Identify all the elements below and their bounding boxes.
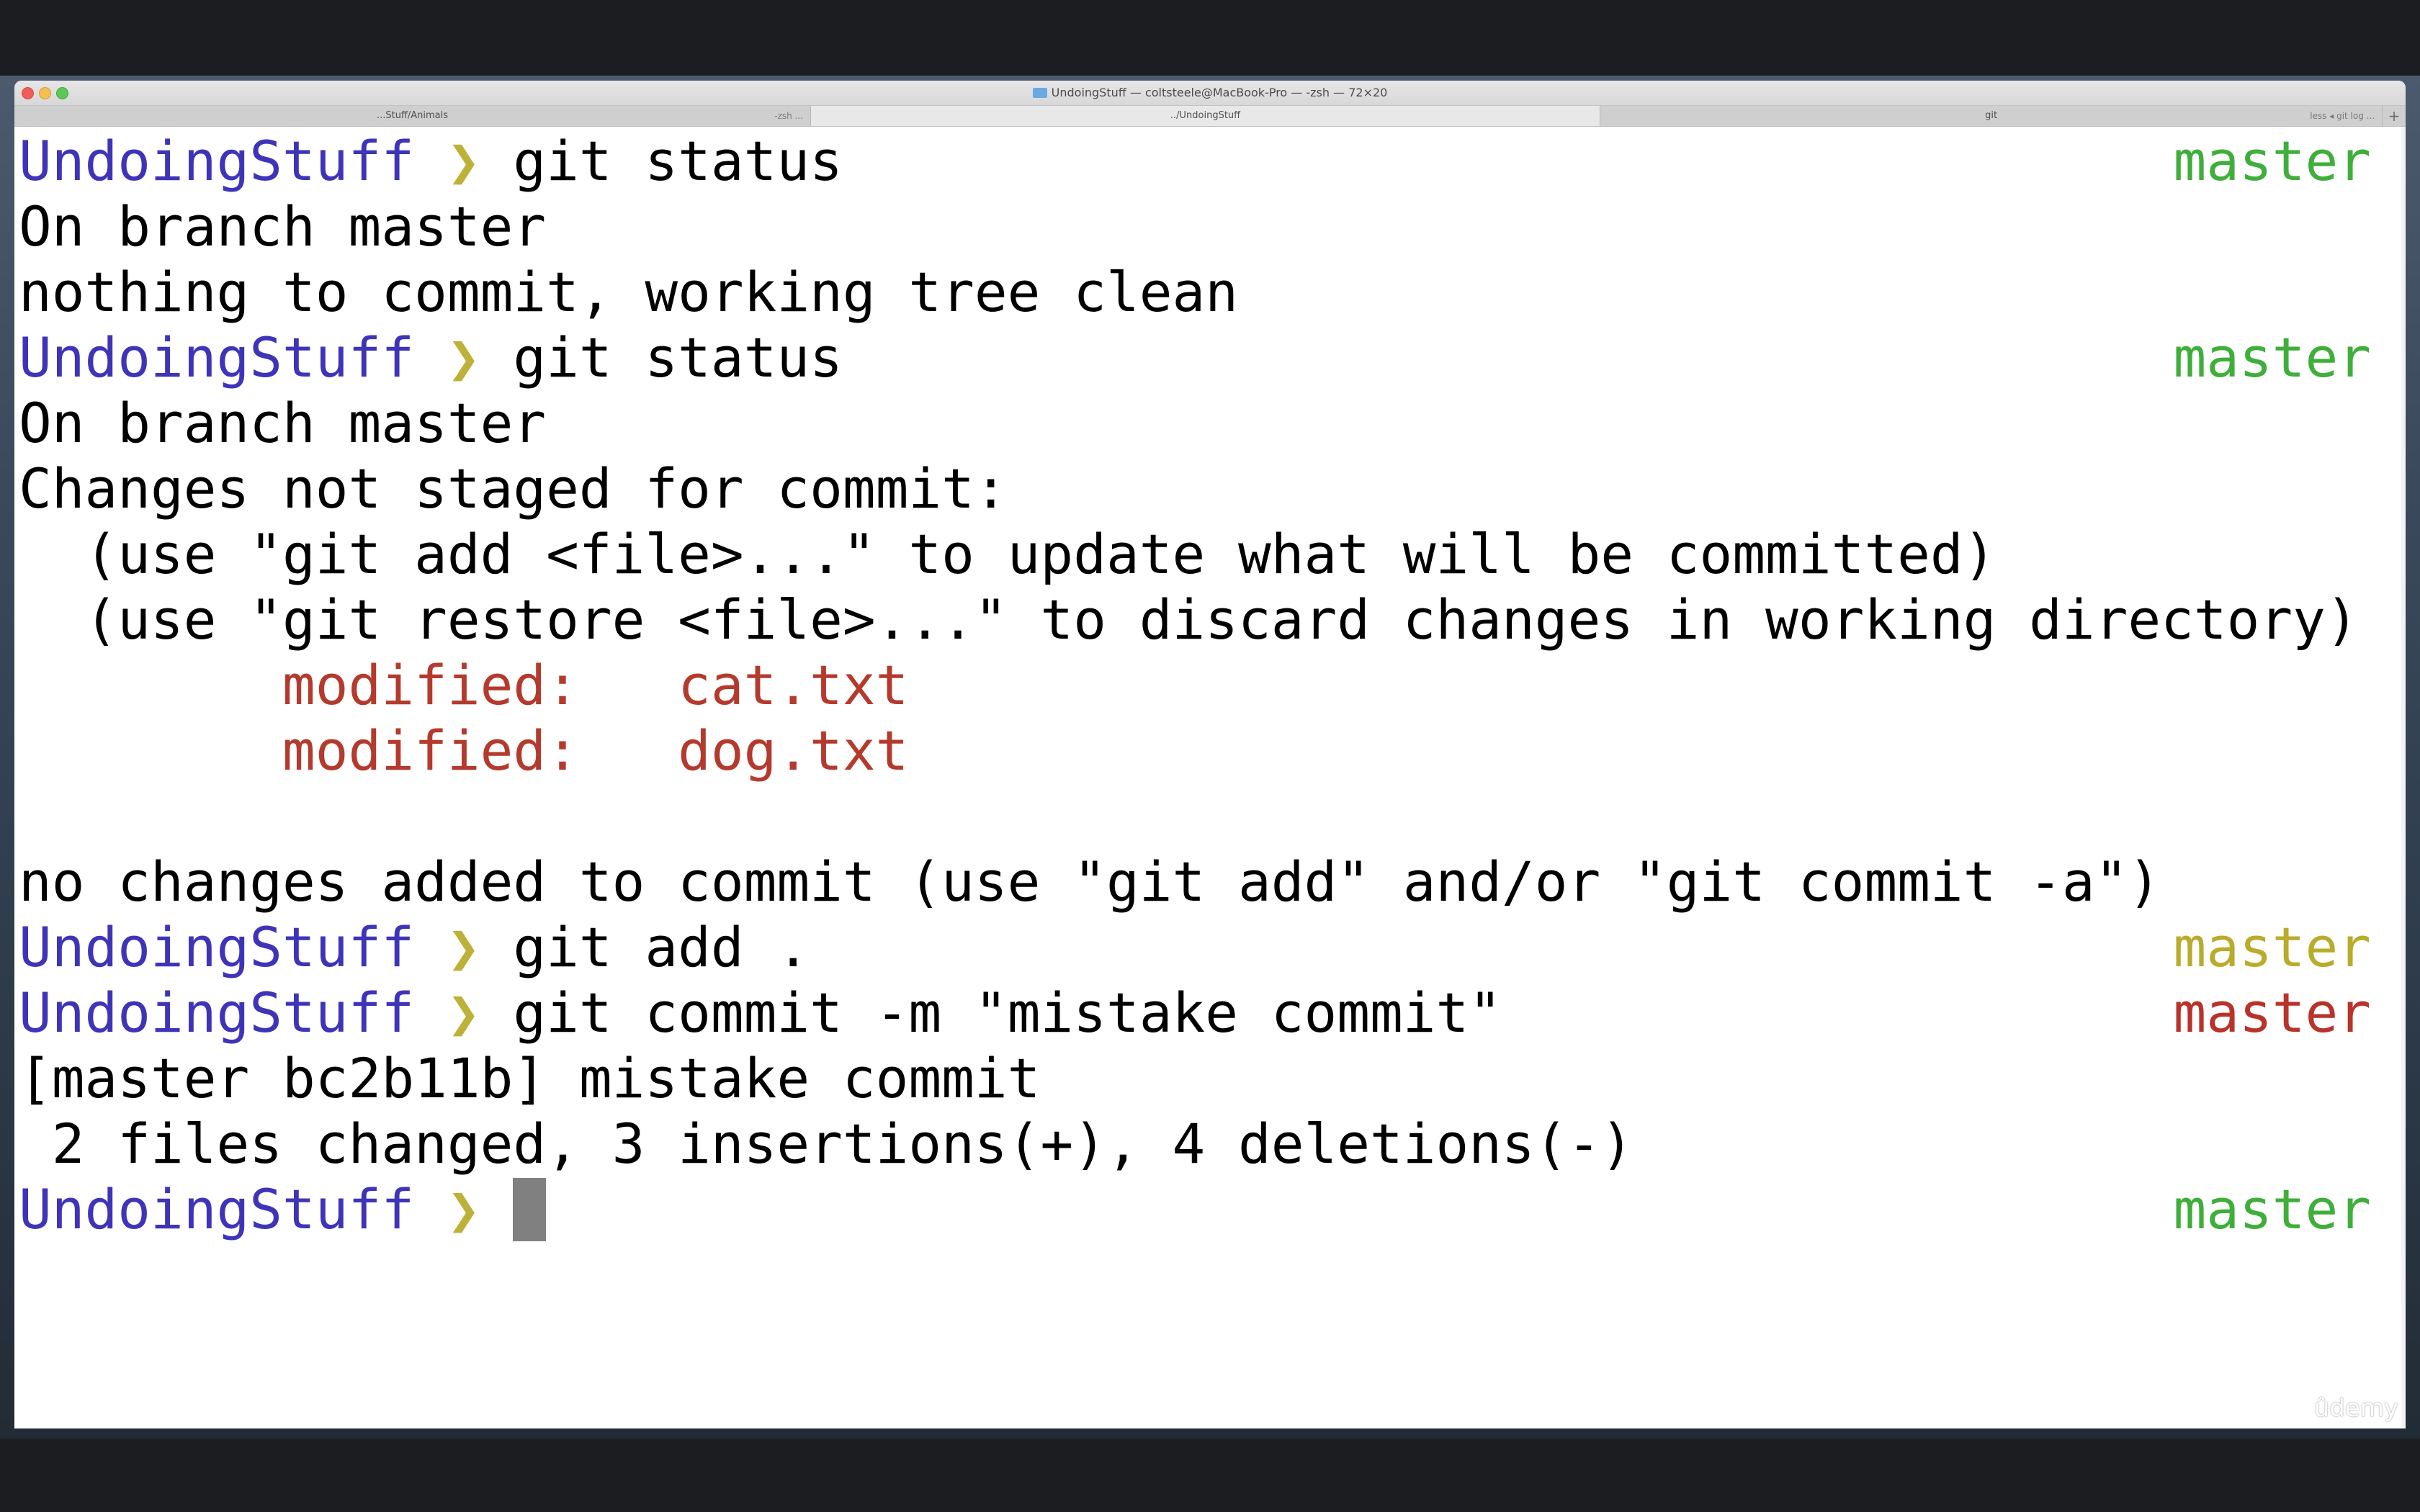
- tab-animals[interactable]: ...Stuff/Animals -zsh ...: [14, 106, 811, 126]
- prompt-arrow-icon: ❯: [414, 325, 514, 390]
- command-text: git commit -m "mistake commit": [513, 981, 1502, 1045]
- prompt-directory: UndoingStuff: [19, 1177, 415, 1241]
- modified-label: modified:: [19, 719, 678, 783]
- tab-git[interactable]: git less ◂ git log ...: [1600, 106, 2383, 126]
- prompt-line: UndoingStuff ❯ git add .: [19, 914, 810, 980]
- terminal-output[interactable]: master UndoingStuff ❯ git status On branch…: [14, 127, 2406, 1428]
- tab-bar: ...Stuff/Animals -zsh ... ../UndoingStuf…: [14, 106, 2406, 127]
- tab-sublabel: less ◂ git log ...: [2310, 111, 2375, 121]
- command-text: git add .: [513, 915, 810, 979]
- modified-filename: cat.txt: [678, 653, 909, 717]
- output-line: On branch master: [19, 194, 547, 258]
- title-bar[interactable]: UndoingStuff — coltsteele@MacBook-Pro — …: [14, 81, 2406, 106]
- tab-undoingstuff[interactable]: ../UndoingStuff: [811, 106, 1601, 126]
- output-line: (use "git restore <file>..." to discard …: [19, 588, 2359, 652]
- command-text: git status: [513, 325, 843, 390]
- prompt-arrow-icon: ❯: [414, 1177, 514, 1241]
- prompt-arrow-icon: ❯: [414, 129, 514, 193]
- new-tab-button[interactable]: +: [2383, 106, 2406, 126]
- tab-sublabel: -zsh ...: [774, 111, 803, 121]
- prompt-directory: UndoingStuff: [19, 325, 415, 390]
- prompt-line: UndoingStuff ❯: [19, 1176, 547, 1242]
- modified-file-line: modified: cat.txt: [19, 652, 908, 718]
- prompt-arrow-icon: ❯: [414, 915, 514, 979]
- output-line: 2 files changed, 3 insertions(+), 4 dele…: [19, 1112, 1634, 1176]
- udemy-watermark: ûdemy: [2313, 1394, 2398, 1423]
- modified-file-line: modified: dog.txt: [19, 718, 908, 783]
- output-line: (use "git add <file>..." to update what …: [19, 522, 1996, 586]
- output-line: no changes added to commit (use "git add…: [19, 850, 2161, 914]
- output-line: nothing to commit, working tree clean: [19, 260, 1238, 324]
- window-title: UndoingStuff — coltsteele@MacBook-Pro — …: [14, 81, 2406, 105]
- git-branch-indicator: master: [2173, 981, 2371, 1045]
- modified-filename: dog.txt: [678, 719, 909, 783]
- prompt-line: UndoingStuff ❯ git commit -m "mistake co…: [19, 980, 1502, 1045]
- prompt-directory: UndoingStuff: [19, 981, 415, 1045]
- output-line: [master bc2b11b] mistake commit: [19, 1046, 1041, 1110]
- prompt-line: UndoingStuff ❯ git status: [19, 128, 843, 194]
- window-title-text: UndoingStuff — coltsteele@MacBook-Pro — …: [1051, 86, 1388, 99]
- output-line: On branch master: [19, 391, 547, 455]
- output-line: Changes not staged for commit:: [19, 456, 1008, 521]
- git-branch-indicator: master: [2173, 915, 2371, 979]
- modified-label: modified:: [19, 653, 678, 717]
- prompt-arrow-icon: ❯: [414, 981, 514, 1045]
- folder-icon: [1032, 88, 1047, 98]
- scrollbar-track[interactable]: [2401, 127, 2406, 1428]
- tab-label: git: [1985, 110, 1998, 121]
- text-cursor[interactable]: [513, 1178, 547, 1241]
- bottom-letterbox: [0, 1439, 2420, 1512]
- git-branch-indicator: master: [2173, 325, 2371, 390]
- terminal-window: UndoingStuff — coltsteele@MacBook-Pro — …: [14, 81, 2406, 1428]
- command-text: git status: [513, 129, 843, 193]
- tab-label: ../UndoingStuff: [1170, 110, 1241, 121]
- git-branch-indicator: master: [2173, 1177, 2371, 1241]
- git-branch-indicator: master: [2173, 129, 2371, 193]
- prompt-line: UndoingStuff ❯ git status: [19, 325, 843, 390]
- prompt-directory: UndoingStuff: [19, 915, 415, 979]
- tab-label: ...Stuff/Animals: [376, 110, 449, 121]
- prompt-directory: UndoingStuff: [19, 129, 415, 193]
